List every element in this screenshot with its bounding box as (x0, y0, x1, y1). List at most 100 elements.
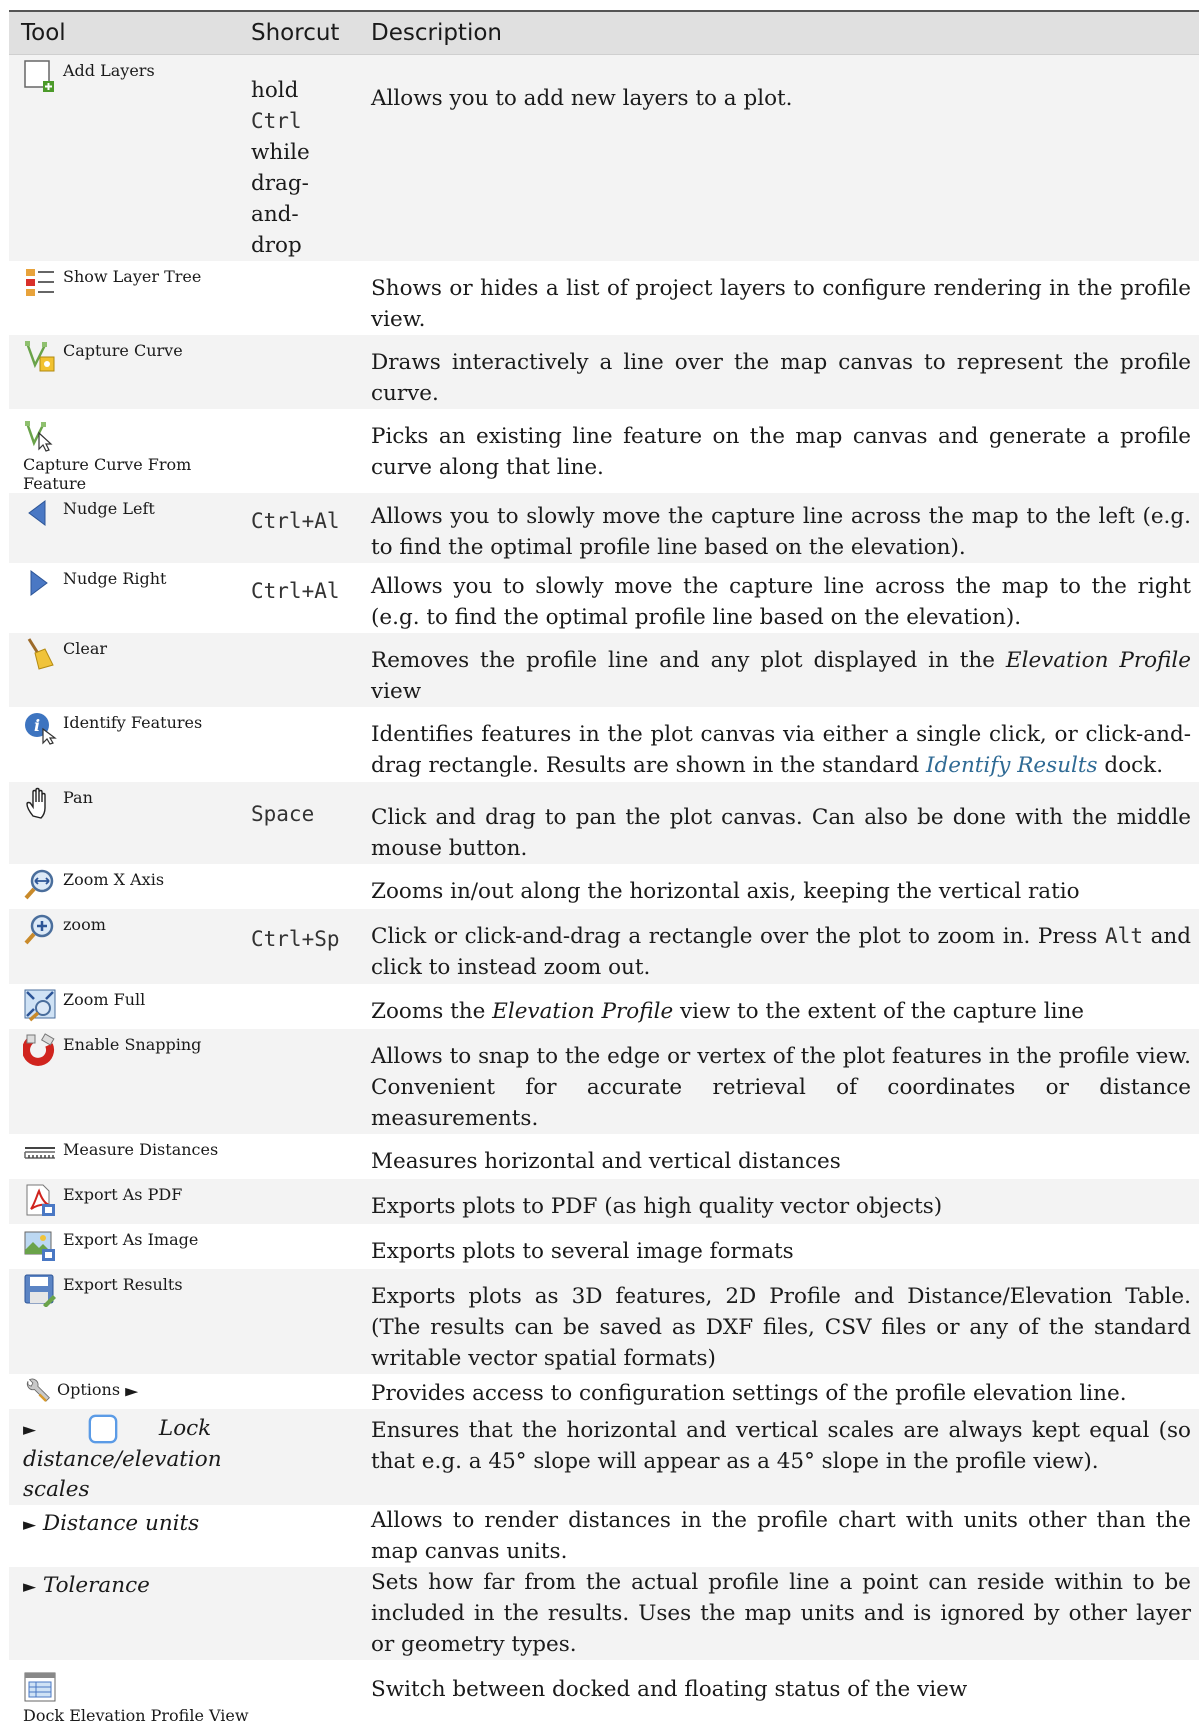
description-cell: Zooms in/out along the horizontal axis, … (367, 864, 1199, 909)
description-cell: Provides access to configuration setting… (367, 1374, 1199, 1409)
shortcut-cell (249, 1179, 367, 1224)
description-text: Provides access to configuration setting… (371, 1381, 1127, 1406)
description-text: Shows or hides a list of project layers … (371, 276, 1191, 332)
shortcut-cell: Space (249, 782, 367, 864)
shortcut-key: Ctrl (251, 109, 302, 133)
pdf-icon (23, 1183, 57, 1217)
tool-label: Show Layer Tree (63, 267, 202, 286)
submenu-arrow: ► (125, 1381, 139, 1402)
tool-cell: Clear (9, 633, 249, 707)
description-text: Ensures that the horizontal and vertical… (371, 1418, 1191, 1474)
table-row: Export Results Exports plots as 3D featu… (9, 1269, 1199, 1374)
broom-icon (23, 637, 57, 671)
description-text: Allows you to slowly move the capture li… (371, 574, 1191, 630)
shortcut-cell (249, 864, 367, 909)
ruler-icon (23, 1138, 57, 1172)
image-export-icon (23, 1228, 57, 1262)
tool-label: Options (57, 1380, 121, 1399)
description-cell: Allows to render distances in the profil… (367, 1505, 1199, 1567)
table-row: Add Layers hold Ctrl while drag- and- dr… (9, 54, 1199, 261)
shortcut-key: Space (251, 802, 315, 826)
shortcut-cell (249, 1567, 367, 1660)
description-text: Removes the profile line and any plot di… (371, 648, 1191, 704)
identify-icon: i (23, 711, 57, 745)
tool-cell: i Identify Features (9, 707, 249, 782)
svg-text:i: i (34, 716, 40, 735)
capture-curve-icon (23, 339, 57, 373)
wrench-icon (23, 1378, 51, 1406)
shortcut-cell (249, 1374, 367, 1409)
table-row: zoom Ctrl+Sp Click or click-and-drag a r… (9, 909, 1199, 984)
description-cell: Measures horizontal and vertical distanc… (367, 1134, 1199, 1179)
shortcut-cell (249, 409, 367, 493)
identify-results-link[interactable]: Identify Results (926, 753, 1098, 778)
table-row: ► Lock distance/elevation scales Ensures… (9, 1409, 1199, 1505)
magnet-icon (23, 1033, 57, 1067)
shortcut-text: while (251, 140, 310, 165)
dock-window-icon (23, 1670, 57, 1704)
description-cell: Allows you to add new layers to a plot. (367, 54, 1199, 261)
table-row: Capture Curve From Feature Picks an exis… (9, 409, 1199, 493)
emphasis-text: Elevation Profile (492, 999, 674, 1024)
tool-cell: ► Tolerance (9, 1567, 249, 1660)
add-layers-icon (23, 59, 57, 93)
checkbox-icon[interactable] (87, 1413, 119, 1445)
description-text: Allows you to slowly move the capture li… (371, 504, 1191, 560)
key-name: Alt (1105, 924, 1143, 948)
shortcut-cell (249, 1224, 367, 1269)
table-row: Export As Image Exports plots to several… (9, 1224, 1199, 1269)
description-cell: Allows you to slowly move the capture li… (367, 563, 1199, 633)
description-cell: Switch between docked and floating statu… (367, 1660, 1199, 1732)
description-text: Zooms the Elevation Profile view to the … (371, 999, 1085, 1024)
layer-tree-icon (23, 265, 57, 299)
description-cell: Exports plots to several image formats (367, 1224, 1199, 1269)
shortcut-cell (249, 984, 367, 1029)
tool-cell: Capture Curve From Feature (9, 409, 249, 493)
tool-cell: Enable Snapping (9, 1029, 249, 1134)
description-text: Exports plots as 3D features, 2D Profile… (371, 1284, 1191, 1371)
shortcut-key: Ctrl+Sp (251, 927, 340, 951)
elevation-profile-tools-table: Tool Shorcut Description Add Layers hold… (9, 10, 1199, 1732)
description-cell: Allows to snap to the edge or vertex of … (367, 1029, 1199, 1134)
tool-label: Clear (63, 639, 108, 658)
shortcut-cell (249, 633, 367, 707)
description-text: Click or click-and-drag a rectangle over… (371, 924, 1191, 980)
tool-cell: Capture Curve (9, 335, 249, 409)
tool-cell: Nudge Right (9, 563, 249, 633)
shortcut-cell (249, 1134, 367, 1179)
tool-cell: Options ► (9, 1374, 249, 1409)
description-text: Zooms in/out along the horizontal axis, … (371, 879, 1080, 904)
description-text: Measures horizontal and vertical distanc… (371, 1149, 841, 1174)
shortcut-text: drop (251, 233, 302, 258)
tool-label: zoom (63, 915, 106, 934)
shortcut-text: hold (251, 78, 299, 103)
table-row: Dock Elevation Profile View Switch betwe… (9, 1660, 1199, 1732)
description-text: Picks an existing line feature on the ma… (371, 424, 1191, 480)
tool-cell: Zoom Full (9, 984, 249, 1029)
shortcut-cell (249, 335, 367, 409)
description-cell: Exports plots as 3D features, 2D Profile… (367, 1269, 1199, 1374)
header-tool: Tool (9, 10, 249, 55)
description-cell: Picks an existing line feature on the ma… (367, 409, 1199, 493)
shortcut-cell (249, 707, 367, 782)
tool-label: Nudge Left (63, 499, 155, 518)
tool-label: Capture Curve From Feature (23, 455, 192, 493)
description-text: Sets how far from the actual profile lin… (371, 1570, 1191, 1657)
description-cell: Allows you to slowly move the capture li… (367, 493, 1199, 563)
zoom-x-axis-icon (23, 868, 57, 902)
description-text: Draws interactively a line over the map … (371, 350, 1191, 406)
tool-label: Lock distance/elevation scales (23, 1416, 222, 1502)
description-text: Allows to snap to the edge or vertex of … (371, 1044, 1191, 1131)
tool-cell: ► Distance units (9, 1505, 249, 1567)
tool-cell: Export Results (9, 1269, 249, 1374)
tool-cell: ► Lock distance/elevation scales (9, 1409, 249, 1505)
tool-label: Dock Elevation Profile View (23, 1706, 249, 1725)
shortcut-cell (249, 1505, 367, 1567)
description-cell: Click and drag to pan the plot canvas. C… (367, 782, 1199, 864)
shortcut-cell (249, 261, 367, 335)
description-text: Allows to render distances in the profil… (371, 1508, 1191, 1564)
tool-label: Nudge Right (63, 569, 167, 588)
shortcut-cell: Ctrl+Sp (249, 909, 367, 984)
tool-cell: Pan (9, 782, 249, 864)
tool-label: Enable Snapping (63, 1035, 202, 1054)
